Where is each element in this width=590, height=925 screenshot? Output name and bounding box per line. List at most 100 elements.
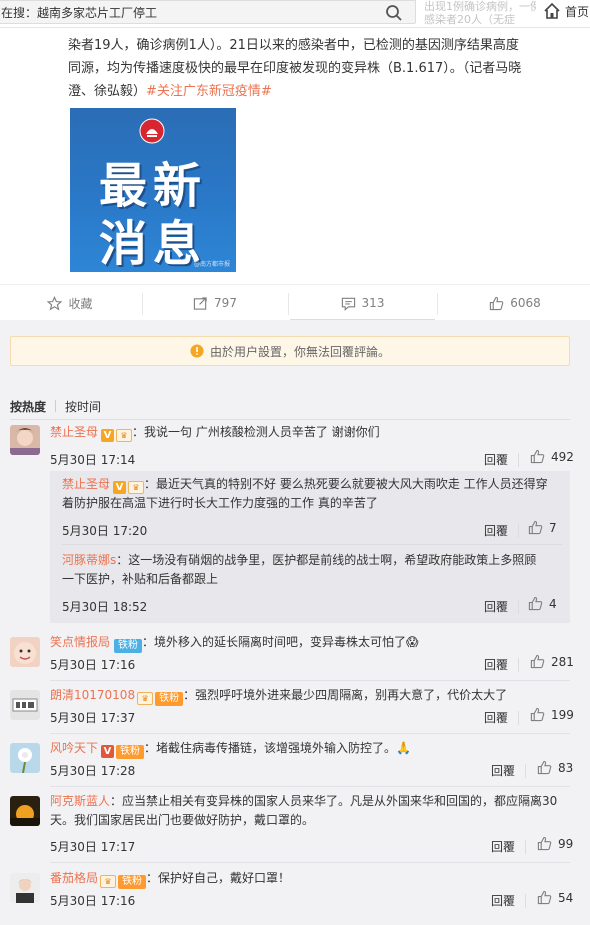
comment-time: 5月30日 17:16 xyxy=(50,658,136,672)
sub-reply-like-button[interactable]: 4 xyxy=(528,596,557,611)
repost-count: 797 xyxy=(214,296,237,310)
divider xyxy=(518,600,519,614)
avatar[interactable] xyxy=(10,743,40,773)
avatar[interactable] xyxy=(10,637,40,667)
top-bar: 在搜：越南多家芯片工厂停工 出现1例确诊病例，一例无症状感染 感染者20人（无症… xyxy=(0,0,590,28)
comment-username[interactable]: 风吟天下 xyxy=(50,741,98,755)
avatar[interactable] xyxy=(10,873,40,903)
like-button[interactable]: 6068 xyxy=(440,285,590,321)
background-post-text: 出现1例确诊病例，一例无症状感染 感染者20人（无症 xyxy=(424,0,536,26)
avatar[interactable] xyxy=(10,425,40,455)
comment-time: 5月30日 17:28 xyxy=(50,764,136,778)
reply-button[interactable]: 回覆 xyxy=(484,522,508,539)
vip-badge: ♛ xyxy=(137,692,154,705)
verified-badge: V xyxy=(101,745,115,758)
favorite-label: 收藏 xyxy=(68,296,93,311)
post-text: 染者19人，确诊病例1人）。21日以来的感染者中，已检测的基因测序结果高度 同源… xyxy=(68,34,578,103)
comment-like-count: 54 xyxy=(558,890,574,905)
divider xyxy=(62,544,562,545)
sub-reply-like-button[interactable]: 7 xyxy=(528,520,557,535)
thumbs-up-icon xyxy=(530,654,545,669)
divider xyxy=(55,400,57,412)
post-text-line: 澄、徐弘毅） xyxy=(68,84,147,99)
sub-reply-username[interactable]: 禁止圣母 xyxy=(62,477,110,491)
sub-reply-body: ：最近天气真的特别不好 要么热死要么就要被大风大雨吹走 工作人员还得穿 xyxy=(144,477,548,491)
hashtag-link[interactable]: #关注广东新冠疫情# xyxy=(146,84,272,99)
search-box[interactable]: 在搜：越南多家芯片工厂停工 xyxy=(0,0,416,24)
sub-reply-box: 禁止圣母 V ♛ ：最近天气真的特别不好 要么热死要么就要被大风大雨吹走 工作人员还得… xyxy=(50,471,570,623)
search-input[interactable]: 在搜：越南多家芯片工厂停工 xyxy=(1,4,157,21)
comment-like-count: 492 xyxy=(551,449,574,464)
post-action-bar: 收藏 797 313 6068 xyxy=(0,284,590,321)
sub-reply-time: 5月30日 18:52 xyxy=(62,600,148,614)
sub-reply-text: 河豚蒂娜s：这一场没有硝烟的战争里，医护都是前线的战士啊，希望政府能政策上多照顾… xyxy=(62,551,562,589)
divider xyxy=(50,862,570,863)
avatar[interactable] xyxy=(10,796,40,826)
comment-like-count: 281 xyxy=(551,654,574,669)
reply-button[interactable]: 回覆 xyxy=(484,656,508,673)
comment-username[interactable]: 番茄格局 xyxy=(50,871,98,885)
background-post-line: 出现1例确诊病例，一例无症状感染 xyxy=(424,0,536,13)
fan-badge: 铁粉 xyxy=(155,692,184,706)
sub-reply-time: 5月30日 17:20 xyxy=(62,524,148,538)
comment-like-count: 199 xyxy=(551,707,574,722)
news-image[interactable]: 最新 消息 @南方都市报 xyxy=(70,108,236,272)
comment-text: 阿克斯蓝人：应当禁止相关有变异株的国家人员来华了。凡是从外国来华和回国的，都应隔… xyxy=(50,792,580,830)
sub-reply-username[interactable]: 河豚蒂娜s xyxy=(62,553,116,567)
comment-username[interactable]: 朗清10170108 xyxy=(50,688,135,702)
home-link[interactable]: 首页 xyxy=(565,3,589,20)
post-text-line: 同源，均为传播速度极快的最早在印度被发现的变异株（B.1.617）。（记者马晓 xyxy=(68,61,522,76)
comment-like-button[interactable]: 281 xyxy=(530,654,574,669)
reply-button[interactable]: 回覆 xyxy=(484,598,508,615)
favorite-button[interactable]: 收藏 xyxy=(0,285,140,321)
thumbs-up-icon xyxy=(530,707,545,722)
thumbs-up-icon xyxy=(528,596,543,611)
sub-reply-body: 着防护服在高温下进行时长大工作力度强的工作 真的辛苦了 xyxy=(62,496,378,510)
comment-text: 禁止圣母 V ♛ ：我说一句 广州核酸检测人员辛苦了 谢谢你们 xyxy=(50,423,580,442)
comment-username[interactable]: 阿克斯蓝人 xyxy=(50,794,110,808)
search-icon[interactable] xyxy=(385,4,403,22)
comment-item: 番茄格局 ♛ 铁粉 ：保护好自己，戴好口罩！ 5月30日 17:16 回覆 54 xyxy=(0,869,590,915)
image-watermark: @南方都市报 xyxy=(193,261,230,268)
comment-username[interactable]: 笑点情报局 xyxy=(50,635,110,649)
reply-button[interactable]: 回覆 xyxy=(491,762,515,779)
comment-like-button[interactable]: 83 xyxy=(537,760,573,775)
sort-tabs: 按热度 按时间 xyxy=(10,398,101,415)
comment-like-button[interactable]: 54 xyxy=(537,890,573,905)
thumbs-up-icon xyxy=(528,520,543,535)
home-icon[interactable] xyxy=(543,2,561,20)
divider xyxy=(518,658,519,672)
reply-button[interactable]: 回覆 xyxy=(491,838,515,855)
divider xyxy=(50,786,570,787)
comment-like-button[interactable]: 199 xyxy=(530,707,574,722)
post-text-line: 染者19人，确诊病例1人）。21日以来的感染者中，已检测的基因测序结果高度 xyxy=(68,38,519,53)
sub-reply-like-count: 7 xyxy=(549,520,557,535)
comment-button[interactable]: 313 xyxy=(290,285,435,321)
like-count: 6068 xyxy=(510,296,541,310)
divider xyxy=(518,524,519,538)
comment-body: ：堵截住病毒传播链，该增强境外输入防控了。🙏 xyxy=(144,741,411,755)
thumbs-up-icon xyxy=(537,890,552,905)
divider xyxy=(518,453,519,467)
comment-like-button[interactable]: 99 xyxy=(537,836,573,851)
comment-text: 风吟天下 V 铁粉 ：堵截住病毒传播链，该增强境外输入防控了。🙏 xyxy=(50,739,580,759)
reply-button[interactable]: 回覆 xyxy=(484,451,508,468)
comment-item: 朗清10170108 ♛ 铁粉 ：强烈呼吁境外进来最少四周隔离，别再大意了，代价太大了… xyxy=(0,686,590,732)
sort-by-time-tab[interactable]: 按时间 xyxy=(65,400,101,414)
notice-text: 由於用户設置，你無法回覆評論。 xyxy=(209,344,390,359)
repost-button[interactable]: 797 xyxy=(145,285,285,321)
sub-reply-body: 一下医护，补贴和后备都跟上 xyxy=(62,572,219,586)
comment-time: 5月30日 17:17 xyxy=(50,840,136,854)
divider xyxy=(525,894,526,908)
comment-time: 5月30日 17:14 xyxy=(50,453,136,467)
sort-by-hot-tab[interactable]: 按热度 xyxy=(10,400,46,414)
reply-button[interactable]: 回覆 xyxy=(484,709,508,726)
comment-text: 番茄格局 ♛ 铁粉 ：保护好自己，戴好口罩！ xyxy=(50,869,580,889)
thumbs-up-icon xyxy=(530,449,545,464)
avatar[interactable] xyxy=(10,690,40,720)
divider xyxy=(50,680,570,681)
comment-like-count: 99 xyxy=(558,836,574,851)
comment-like-button[interactable]: 492 xyxy=(530,449,574,464)
reply-button[interactable]: 回覆 xyxy=(491,892,515,909)
comment-username[interactable]: 禁止圣母 xyxy=(50,425,98,439)
